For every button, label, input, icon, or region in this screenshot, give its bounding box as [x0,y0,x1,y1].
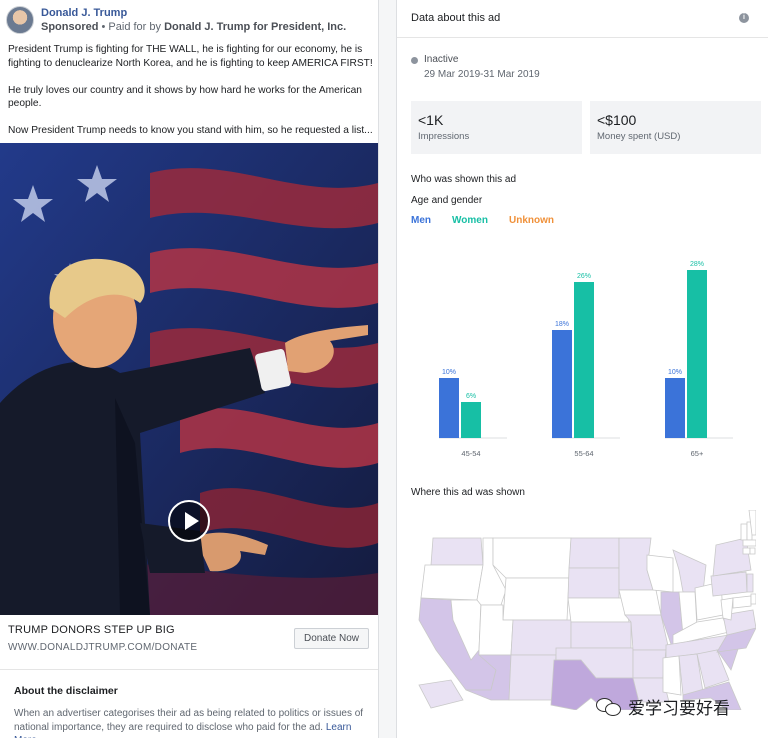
bar-men-45-54[interactable] [439,378,459,438]
ad-paragraph: He truly loves our country and it shows … [8,84,362,110]
bar-label: 6% [466,393,476,400]
us-map [418,510,756,710]
ad-card: Donald J. Trump Sponsored • Paid for by … [0,0,379,738]
disclaimer-text: When an advertiser categorises their ad … [14,707,364,738]
panel-title: Data about this ad [411,12,501,24]
x-tick-label: 45-54 [461,449,480,458]
state-de[interactable] [750,593,756,605]
donate-now-button[interactable]: Donate Now [294,628,369,649]
state-sd[interactable] [567,567,620,599]
age-gender-title: Age and gender [411,195,483,206]
state-wy[interactable] [502,577,570,621]
state-ak[interactable] [418,679,464,709]
impressions-value: <1K [418,112,444,128]
state-ri[interactable] [749,547,756,555]
cta-area[interactable]: TRUMP DONORS STEP UP BIG WWW.DONALDJTRUM… [0,615,378,670]
state-nm[interactable] [508,654,557,701]
bar-men-55-64[interactable] [552,330,572,438]
state-mt[interactable] [492,537,572,579]
panel-header: Data about this ad i [397,0,768,38]
play-button[interactable] [168,500,210,542]
legend-men[interactable]: Men [411,215,431,226]
state-or[interactable] [420,564,484,601]
state-ar[interactable] [632,649,667,679]
money-spent-box: <$100 Money spent (USD) [590,101,761,154]
paid-for-prefix: • Paid for by [101,21,165,33]
bar-label: 18% [555,321,569,328]
wechat-icon [596,696,622,716]
state-md[interactable] [732,595,752,609]
sponsored-label: Sponsored [41,21,99,33]
cta-url[interactable]: WWW.DONALDJTRUMP.COM/DONATE [8,642,197,653]
avatar[interactable] [6,6,34,34]
status-text: Inactive [424,54,459,65]
ad-video[interactable] [0,143,378,615]
money-spent-label: Money spent (USD) [597,131,681,142]
legend-women[interactable]: Women [452,215,488,226]
bar-label: 10% [668,369,682,376]
state-vt[interactable] [740,523,748,541]
who-shown-title: Who was shown this ad [411,174,517,185]
state-ks[interactable] [570,621,632,649]
disclaimer-body: When an advertiser categorises their ad … [14,708,364,733]
ad-body-text: President Trump is fighting for THE WALL… [8,43,376,151]
disclaimer-section: About the disclaimer When an advertiser … [0,671,378,738]
page-name-link[interactable]: Donald J. Trump [41,7,127,19]
disclaimer-title: About the disclaimer [14,685,118,697]
bar-label: 10% [442,369,456,376]
impressions-label: Impressions [418,131,470,142]
legend-unknown[interactable]: Unknown [509,215,554,226]
ad-paragraph: Now President Trump needs to know you st… [8,125,373,137]
age-gender-chart: 10% 6% 45-54 18% 26% 55-64 10% 28% 65+ [439,261,733,458]
impressions-box: <1K Impressions [411,101,582,154]
bar-women-45-54[interactable] [461,402,481,438]
watermark: 爱学习要好看 [596,692,730,720]
ad-paragraph: President Trump is fighting for THE WALL… [8,44,373,69]
x-tick-label: 55-64 [574,449,593,458]
state-nj[interactable] [746,573,754,593]
bar-women-65+[interactable] [687,270,707,438]
state-wv[interactable] [720,597,734,621]
bar-label: 28% [690,261,704,268]
state-mi[interactable] [672,549,707,593]
state-ct[interactable] [742,547,751,555]
status-dot-icon [411,57,418,64]
where-shown-title: Where this ad was shown [411,487,525,498]
video-thumbnail [0,143,378,615]
ad-header: Donald J. Trump Sponsored • Paid for by … [6,6,376,38]
state-ms[interactable] [662,655,682,696]
bar-label: 26% [577,273,591,280]
watermark-text: 爱学习要好看 [628,698,730,719]
paid-for-by[interactable]: Donald J. Trump for President, Inc. [164,21,346,33]
ad-data-panel: Data about this ad i Inactive 29 Mar 201… [396,0,768,738]
cta-title[interactable]: TRUMP DONORS STEP UP BIG [8,624,175,636]
state-ne[interactable] [567,597,630,623]
bar-women-55-64[interactable] [574,282,594,438]
bar-men-65+[interactable] [665,378,685,438]
info-icon[interactable]: i [739,13,749,23]
state-ia[interactable] [618,589,662,616]
money-spent-value: <$100 [597,112,637,128]
x-tick-label: 65+ [691,449,704,458]
state-ma[interactable] [742,539,756,547]
date-range: 29 Mar 2019-31 Mar 2019 [424,69,540,80]
state-nd[interactable] [568,537,620,569]
sponsored-line: Sponsored • Paid for by Donald J. Trump … [41,21,346,33]
state-wa[interactable] [430,537,484,566]
